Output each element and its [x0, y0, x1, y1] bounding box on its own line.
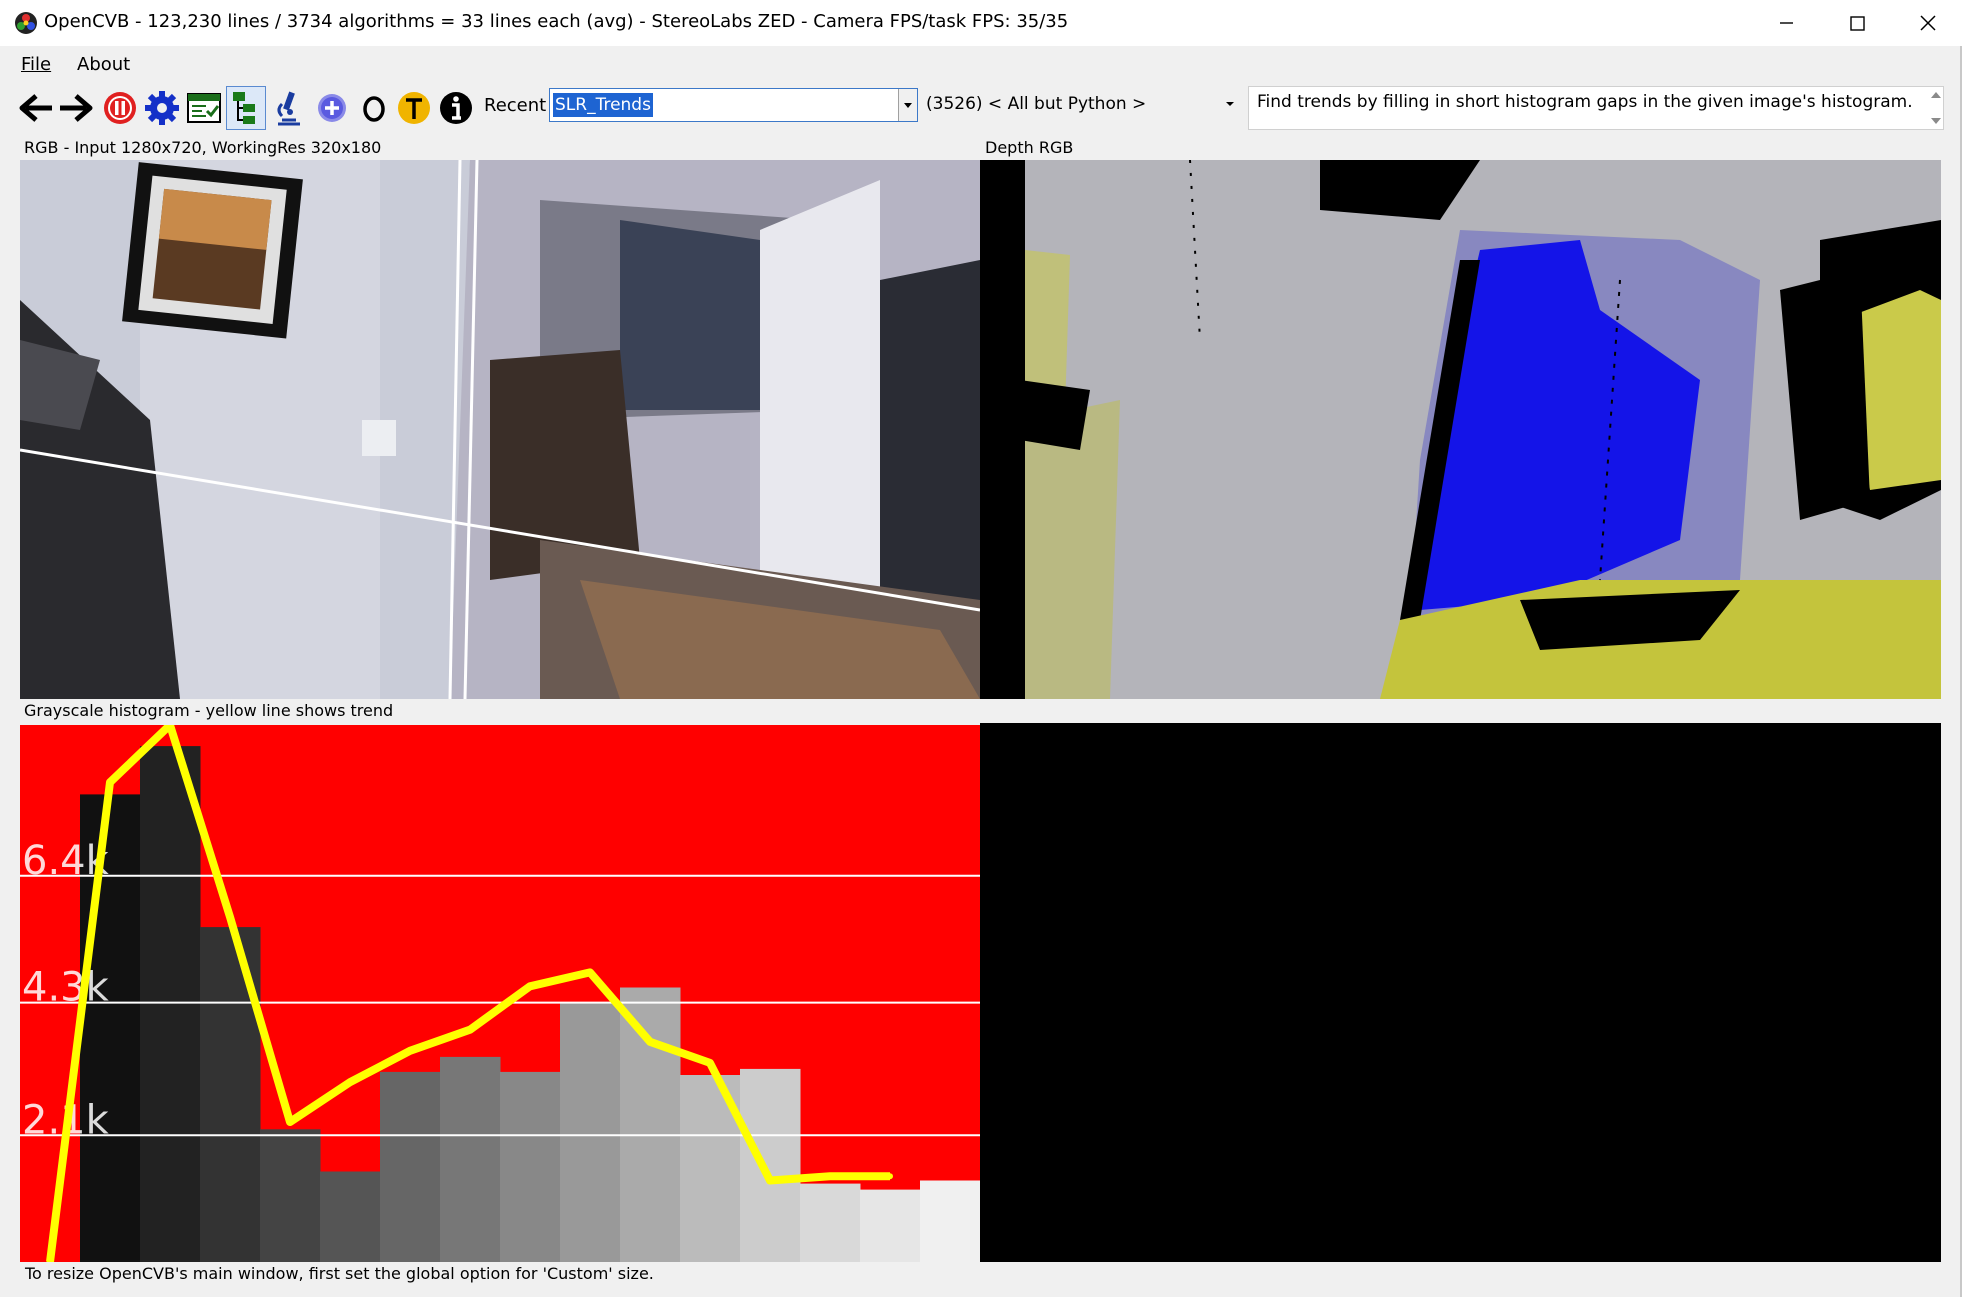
trend-point: [467, 1026, 473, 1033]
histogram-bar: [620, 987, 681, 1262]
trend-point: [827, 1173, 833, 1180]
trend-point: [707, 1059, 713, 1066]
group-combobox[interactable]: (3526) < All but Python >: [922, 88, 1240, 122]
histogram-bar: [740, 1068, 801, 1262]
status-bar-text: To resize OpenCVB's main window, first s…: [25, 1264, 654, 1283]
menu-bar: File About: [0, 46, 1962, 84]
recent-label: Recent: [484, 95, 547, 116]
trend-point: [407, 1047, 413, 1054]
window-title: OpenCVB - 123,230 lines / 3734 algorithm…: [44, 11, 1069, 32]
algorithm-description: Find trends by filling in short histogra…: [1248, 86, 1944, 130]
histogram-bar: [800, 1183, 861, 1262]
o-icon[interactable]: [354, 86, 394, 130]
trend-point: [287, 1119, 293, 1125]
info-icon[interactable]: [436, 86, 476, 130]
maximize-button[interactable]: [1822, 0, 1892, 46]
pause-icon[interactable]: [100, 86, 140, 130]
trend-point: [527, 983, 533, 990]
treeview-icon[interactable]: [226, 86, 266, 130]
gear-icon[interactable]: [142, 86, 182, 130]
rgb-image-panel[interactable]: [20, 160, 980, 699]
toolbar: Recent SLR_Trends (3526) < All but Pytho…: [0, 84, 1962, 132]
menu-file[interactable]: File: [21, 54, 51, 75]
chevron-down-icon[interactable]: [1224, 98, 1236, 110]
histogram-bar: [320, 1171, 381, 1262]
histogram-bar: [560, 1002, 621, 1262]
histogram-bar: [140, 746, 201, 1262]
close-button[interactable]: [1892, 0, 1962, 46]
histogram-bar: [920, 1180, 980, 1262]
rgb-panel-label: RGB - Input 1280x720, WorkingRes 320x180: [24, 138, 382, 157]
description-scrollbar[interactable]: [1926, 86, 1946, 130]
algorithm-description-text: Find trends by filling in short histogra…: [1257, 92, 1913, 112]
menu-about[interactable]: About: [77, 54, 130, 75]
histogram-panel-label: Grayscale histogram - yellow line shows …: [24, 701, 394, 720]
minimize-button[interactable]: [1752, 0, 1822, 46]
empty-output-panel: [980, 723, 1941, 1262]
back-arrow-icon[interactable]: [16, 86, 56, 130]
histogram-panel[interactable]: 2.1k 4.3k 6.4k: [20, 725, 980, 1262]
microscope-icon[interactable]: [268, 86, 308, 130]
y-tick-label: 4.3k: [22, 965, 110, 1011]
trend-point: [887, 1173, 893, 1180]
histogram-bar: [380, 1071, 441, 1262]
algorithm-combobox[interactable]: SLR_Trends: [549, 88, 918, 122]
histogram-bar: [500, 1071, 561, 1262]
trend-point: [347, 1079, 353, 1086]
histogram-chart: 2.1k4.3k6.4k: [20, 725, 980, 1262]
translate-icon[interactable]: [394, 86, 434, 130]
algorithm-combobox-value[interactable]: SLR_Trends: [553, 93, 653, 117]
depth-image-panel[interactable]: [980, 160, 1941, 699]
trend-point: [647, 1038, 653, 1045]
trend-point: [767, 1177, 773, 1184]
trend-point: [107, 779, 113, 786]
histogram-bar: [260, 1129, 321, 1262]
histogram-bar: [860, 1189, 921, 1262]
test-all-icon[interactable]: [184, 86, 224, 130]
forward-arrow-icon[interactable]: [56, 86, 96, 130]
title-bar: OpenCVB - 123,230 lines / 3734 algorithm…: [0, 0, 1962, 46]
opencvb-app-icon: [14, 11, 38, 35]
chevron-down-icon[interactable]: [898, 89, 917, 121]
group-combobox-value[interactable]: (3526) < All but Python >: [926, 94, 1146, 114]
trend-point: [227, 913, 233, 920]
trend-point: [587, 969, 593, 976]
depth-panel-label: Depth RGB: [985, 138, 1074, 157]
add-icon[interactable]: [312, 86, 352, 130]
histogram-bar: [440, 1056, 501, 1262]
